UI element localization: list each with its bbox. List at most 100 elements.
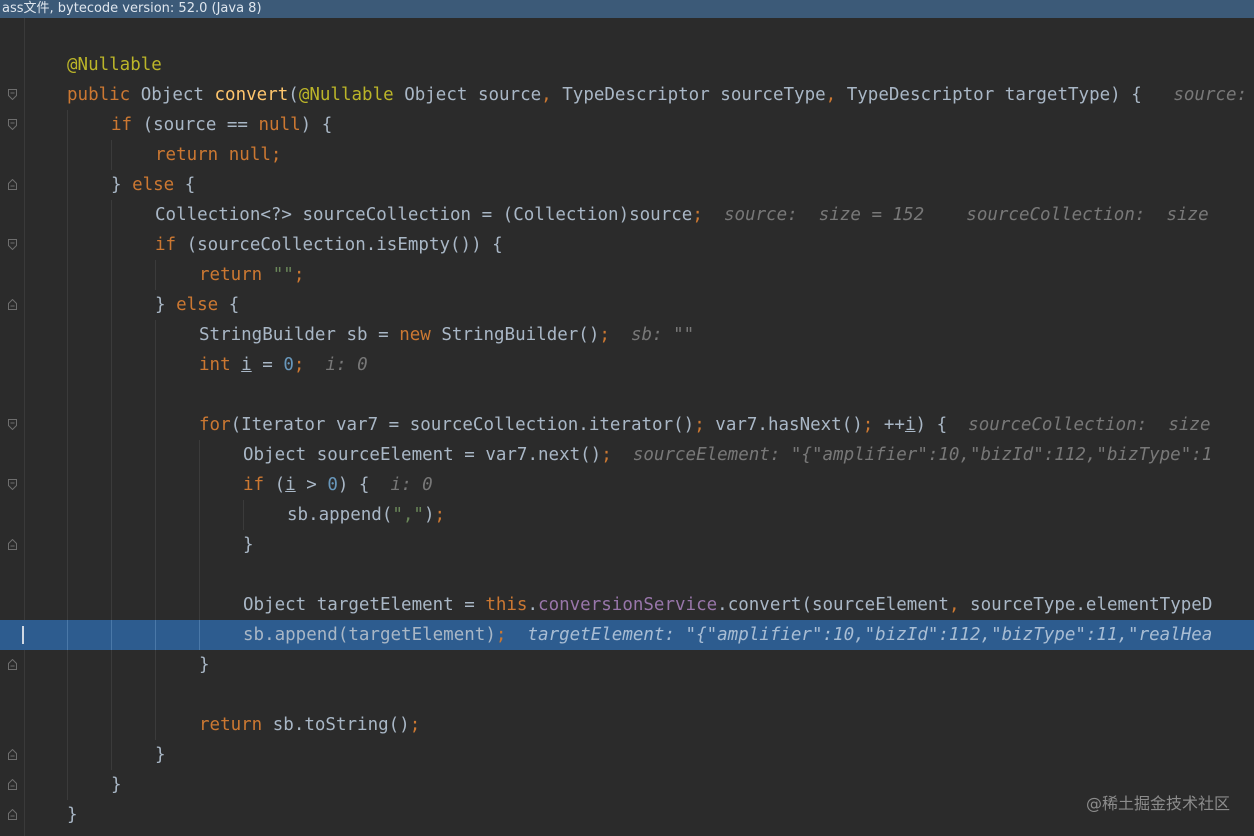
code-token: "" — [272, 265, 294, 285]
fold-end-icon[interactable] — [8, 539, 17, 550]
indent-guide — [155, 380, 156, 410]
indent-guide — [67, 770, 68, 800]
fold-marker-icon[interactable] — [8, 119, 17, 130]
indent-guide — [111, 530, 112, 560]
code-editor[interactable]: @Nullable public Object convert(@Nullabl… — [0, 18, 1254, 836]
indent-guide — [111, 710, 112, 740]
code-token: } — [243, 535, 254, 555]
code-line[interactable] — [0, 680, 1254, 710]
code-line[interactable] — [0, 380, 1254, 410]
indent-guide — [111, 410, 112, 440]
code-token: ( — [264, 475, 286, 495]
fold-end-icon[interactable] — [8, 809, 17, 820]
code-line[interactable]: if (i > 0) { i: 0 — [0, 470, 1254, 500]
fold-marker-icon[interactable] — [8, 419, 17, 430]
code-token: (Iterator var7 = sourceCollection.iterat… — [230, 415, 695, 435]
code-token: ; — [692, 205, 703, 225]
indent-guide — [67, 530, 68, 560]
code-token: { — [174, 175, 196, 195]
indent-guide — [199, 470, 200, 500]
code-line[interactable]: Object sourceElement = var7.next(); sour… — [0, 440, 1254, 470]
code-token: conversionService — [538, 595, 718, 615]
current-execution-line[interactable]: sb.append(targetElement); targetElement:… — [0, 620, 1254, 650]
inline-debug-value: source: — [1141, 85, 1248, 105]
code-line[interactable]: return ""; — [0, 260, 1254, 290]
code-line[interactable]: } else { — [0, 290, 1254, 320]
code-token: = — [251, 355, 284, 375]
code-token: StringBuilder sb = — [199, 325, 400, 345]
code-line[interactable]: sb.append(","); — [0, 500, 1254, 530]
indent-guide — [155, 710, 156, 740]
indent-guide — [67, 740, 68, 770]
code-token: i — [904, 415, 916, 435]
fold-end-icon[interactable] — [8, 659, 17, 670]
indent-guide — [67, 470, 68, 500]
text-caret — [22, 626, 24, 644]
code-token: ; — [409, 715, 421, 735]
fold-end-icon[interactable] — [8, 299, 17, 310]
indent-guide — [67, 560, 68, 590]
code-line[interactable] — [0, 560, 1254, 590]
code-line[interactable]: } — [0, 650, 1254, 680]
code-line[interactable]: for(Iterator var7 = sourceCollection.ite… — [0, 410, 1254, 440]
indent-guide — [111, 380, 112, 410]
code-line[interactable]: int i = 0; i: 0 — [0, 350, 1254, 380]
code-token: return — [199, 265, 273, 285]
fold-marker-icon[interactable] — [8, 89, 17, 100]
code-token: StringBuilder() — [430, 325, 600, 345]
indent-guide — [67, 410, 68, 440]
code-line[interactable]: } — [0, 770, 1254, 800]
indent-guide — [199, 590, 200, 620]
indent-guide — [111, 740, 112, 770]
code-token: i — [285, 475, 296, 495]
code-token: Object source — [393, 85, 542, 105]
code-token: ) { — [300, 115, 333, 135]
code-line[interactable]: public Object convert(@Nullable Object s… — [0, 80, 1254, 110]
indent-guide — [111, 230, 112, 260]
inline-debug-value: sourceCollection: size — [947, 415, 1211, 435]
fold-marker-icon[interactable] — [8, 239, 17, 250]
code-token: i — [241, 355, 252, 375]
code-line[interactable]: } else { — [0, 170, 1254, 200]
indent-guide — [111, 320, 112, 350]
code-line[interactable]: Collection<?> sourceCollection = (Collec… — [0, 200, 1254, 230]
indent-guide — [67, 110, 68, 140]
code-token: ( — [288, 85, 299, 105]
indent-guide — [111, 620, 112, 650]
code-line[interactable]: @Nullable — [0, 50, 1254, 80]
code-token: convert — [214, 85, 289, 105]
code-line[interactable]: if (sourceCollection.isEmpty()) { — [0, 230, 1254, 260]
code-line[interactable]: StringBuilder sb = new StringBuilder(); … — [0, 320, 1254, 350]
inline-debug-value: targetElement: "{"amplifier":10,"bizId":… — [506, 625, 1213, 645]
code-token: this — [485, 595, 528, 615]
code-token: 0 — [283, 355, 294, 375]
code-token: } — [111, 175, 133, 195]
fold-end-icon[interactable] — [8, 779, 17, 790]
code-line[interactable]: } — [0, 530, 1254, 560]
code-token: ) { — [337, 475, 370, 495]
fold-marker-icon[interactable] — [8, 479, 17, 490]
indent-guide — [111, 470, 112, 500]
code-line[interactable]: return sb.toString(); — [0, 710, 1254, 740]
indent-guide — [67, 290, 68, 320]
code-line[interactable]: Object targetElement = this.conversionSe… — [0, 590, 1254, 620]
code-token: (source == — [132, 115, 259, 135]
indent-guide — [243, 500, 244, 530]
code-token: TypeDescriptor targetType) { — [836, 85, 1142, 105]
indent-guide — [111, 590, 112, 620]
code-token: ; — [599, 325, 610, 345]
indent-guide — [155, 440, 156, 470]
code-line[interactable]: if (source == null) { — [0, 110, 1254, 140]
code-token: } — [111, 775, 122, 795]
fold-end-icon[interactable] — [8, 179, 17, 190]
code-line[interactable]: } — [0, 800, 1254, 830]
code-token: Collection<?> sourceCollection = (Collec… — [155, 205, 693, 225]
code-line[interactable]: return null; — [0, 140, 1254, 170]
indent-guide — [155, 320, 156, 350]
indent-guide — [67, 170, 68, 200]
fold-end-icon[interactable] — [8, 749, 17, 760]
indent-guide — [111, 140, 112, 170]
code-line[interactable]: } — [0, 740, 1254, 770]
code-area[interactable]: @Nullable public Object convert(@Nullabl… — [0, 18, 1254, 836]
code-token: else — [176, 295, 219, 315]
